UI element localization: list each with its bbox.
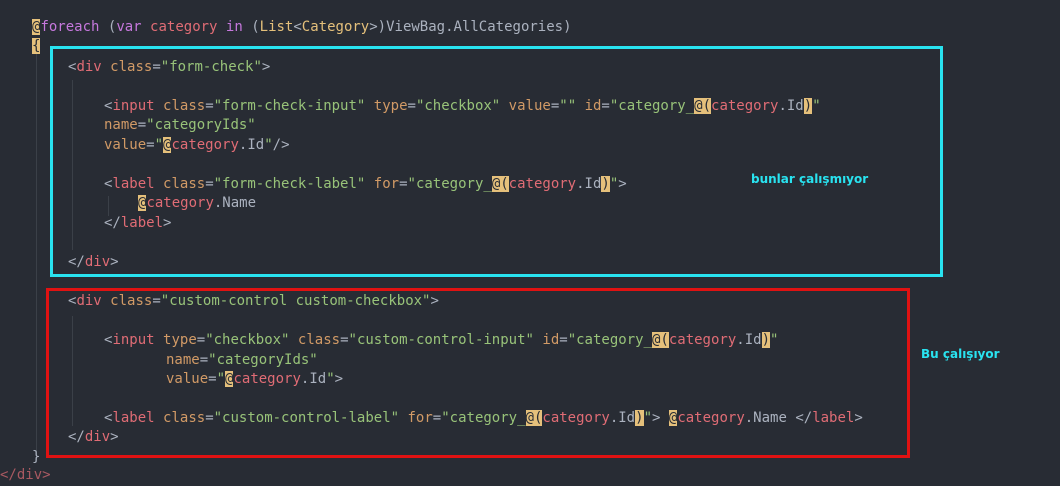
code-line-input-1: <input class="form-check-input" type="ch… [104, 98, 821, 114]
code-line-foreach: @foreach (var category in (List<Category… [32, 19, 572, 35]
code-line-label-1: <label class="form-check-label" for="cat… [104, 176, 627, 192]
code-line-label-1-close: </label> [104, 215, 172, 231]
code-line-input-2: <input type="checkbox" class="custom-con… [104, 332, 779, 348]
annotation-not-working: bunlar çalışmıyor [751, 172, 869, 186]
code-line-brace-close: } [32, 449, 41, 465]
code-line-input-1-name: name="categoryIds" [104, 117, 256, 133]
annotation-working: Bu çalışıyor [921, 347, 1000, 361]
code-line-div-2-close: </div> [68, 429, 119, 445]
code-line-label-2: <label class="custom-control-label" for=… [104, 410, 863, 426]
code-line-div-1-close: </div> [68, 254, 119, 270]
code-line-last: </div> [0, 467, 51, 483]
code-line-brace-open: { [32, 38, 41, 54]
code-line-input-2-name: name="categoryIds" [166, 352, 318, 368]
code-line-input-1-value: value="@category.Id"/> [104, 137, 290, 153]
code-line-div-form-check: <div class="form-check"> [68, 59, 271, 75]
code-line-input-2-value: value="@category.Id"> [166, 371, 344, 387]
indent-guide [36, 40, 37, 460]
code-line-label-1-body: @category.Name [138, 195, 257, 211]
highlight-box-not-working [50, 46, 943, 277]
code-line-div-custom-control: <div class="custom-control custom-checkb… [68, 293, 439, 309]
